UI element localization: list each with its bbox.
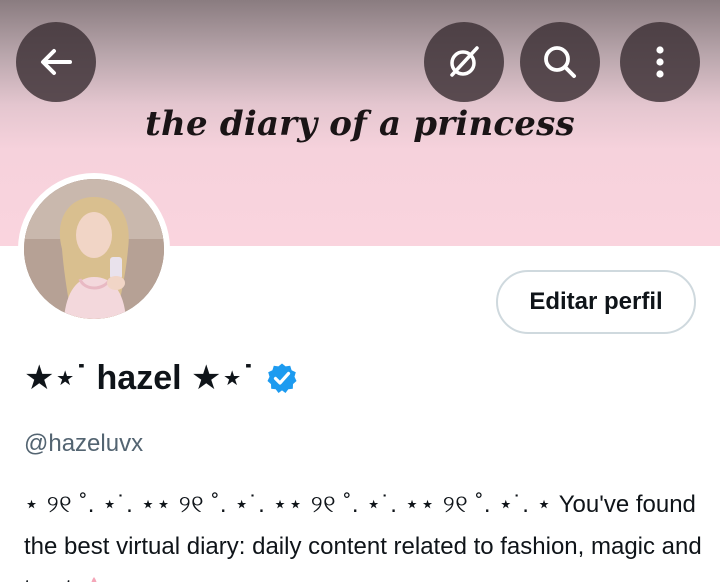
- avatar[interactable]: [24, 179, 164, 319]
- grok-icon: [450, 46, 479, 77]
- more-vertical-icon: [656, 46, 664, 78]
- back-button[interactable]: [16, 22, 96, 102]
- banner-title: the diary of a princess: [145, 104, 575, 144]
- more-options-button[interactable]: [620, 22, 700, 102]
- profile-bio: ⋆ ୨୧ ˚. ⋆˙. ⋆⋆ ୨୧ ˚. ⋆˙. ⋆⋆ ୨୧ ˚. ⋆˙. ⋆⋆…: [24, 484, 704, 582]
- avatar-photo: [24, 179, 164, 319]
- search-icon: [544, 46, 576, 78]
- edit-profile-button[interactable]: Editar perfil: [496, 270, 696, 334]
- avatar-container[interactable]: [18, 173, 170, 325]
- profile-handle: @hazeluvx: [24, 430, 144, 457]
- display-name: ★⋆˙ hazel ★⋆˙: [24, 359, 255, 397]
- grok-button[interactable]: [424, 22, 504, 102]
- verified-badge-icon[interactable]: [266, 362, 298, 394]
- lotus-icon: [91, 577, 97, 582]
- bio-decoration: ⋆ ୨୧ ˚. ⋆˙. ⋆⋆ ୨୧ ˚. ⋆˙. ⋆⋆ ୨୧ ˚. ⋆˙. ⋆⋆…: [24, 491, 553, 518]
- profile-name-row: ★⋆˙ hazel ★⋆˙: [24, 356, 298, 400]
- arrow-left-icon: [41, 49, 72, 75]
- search-button[interactable]: [520, 22, 600, 102]
